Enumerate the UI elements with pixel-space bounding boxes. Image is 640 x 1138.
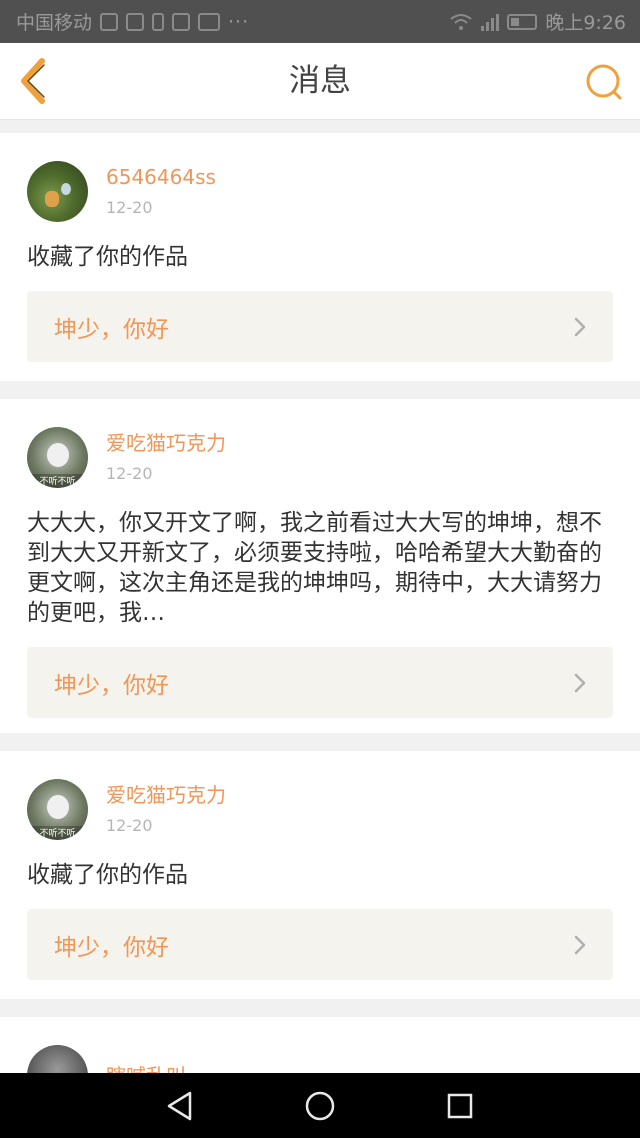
chevron-right-icon — [574, 935, 586, 954]
recents-square-icon — [447, 1093, 473, 1118]
work-reference-title: 坤少，你好 — [54, 316, 169, 343]
message-card: 不听不听 爱吃猫巧克力 12-20 收藏了你的作品 坤少，你好 — [0, 751, 640, 999]
message-date: 12-20 — [106, 463, 153, 483]
avatar[interactable] — [27, 161, 88, 222]
message-header: 不听不听 爱吃猫巧克力 12-20 — [27, 427, 613, 488]
work-reference-title: 坤少，你好 — [54, 934, 169, 961]
home-circle-icon — [305, 1091, 335, 1120]
message-meta: 6546464ss 12-20 — [106, 163, 216, 221]
message-meta: 瞎喊乱叫 — [106, 1062, 186, 1074]
avatar[interactable]: 不听不听 — [27, 779, 88, 840]
message-card: 瞎喊乱叫 — [0, 1017, 640, 1073]
username-link[interactable]: 爱吃猫巧克力 — [106, 429, 226, 457]
username-link[interactable]: 6546464ss — [106, 163, 216, 191]
message-date: 12-20 — [106, 815, 153, 835]
message-header: 不听不听 爱吃猫巧克力 12-20 — [27, 779, 613, 840]
username-link[interactable]: 瞎喊乱叫 — [106, 1062, 186, 1074]
work-reference-link[interactable]: 坤少，你好 — [27, 909, 613, 980]
nav-home-button[interactable] — [300, 1086, 340, 1126]
sim-icon — [152, 12, 165, 31]
work-reference-title: 坤少，你好 — [54, 672, 169, 699]
message-meta: 爱吃猫巧克力 12-20 — [106, 429, 226, 487]
clock-label: 晚上9:26 — [545, 12, 626, 34]
avatar-caption: 不听不听 — [39, 477, 76, 487]
status-bar: 中国移动 ··· 晚上9:26 — [0, 0, 640, 43]
search-button[interactable] — [584, 62, 624, 102]
nav-recents-button[interactable] — [440, 1086, 480, 1126]
username-link[interactable]: 爱吃猫巧克力 — [106, 781, 226, 809]
message-meta: 爱吃猫巧克力 12-20 — [106, 781, 226, 839]
status-bar-left: 中国移动 ··· — [16, 8, 249, 35]
notification-icon — [100, 12, 119, 31]
search-icon — [586, 64, 622, 100]
message-header: 瞎喊乱叫 — [27, 1045, 613, 1073]
mail-icon — [198, 12, 221, 31]
work-reference-link[interactable]: 坤少，你好 — [27, 291, 613, 362]
signal-icon — [481, 13, 500, 31]
wifi-icon — [450, 13, 472, 30]
message-icon — [172, 12, 191, 31]
avatar-caption: 不听不听 — [39, 829, 76, 839]
chevron-right-icon — [574, 673, 586, 692]
system-nav-bar — [0, 1073, 640, 1138]
message-card: 不听不听 爱吃猫巧克力 12-20 大大大，你又开文了啊，我之前看过大大写的坤坤… — [0, 399, 640, 733]
message-list[interactable]: 6546464ss 12-20 收藏了你的作品 坤少，你好 不听不听 爱吃猫巧克… — [0, 133, 640, 1073]
notification-icon — [126, 12, 145, 31]
avatar[interactable] — [27, 1045, 88, 1073]
top-app-bar: 消息 — [0, 43, 640, 120]
message-content: 收藏了你的作品 — [27, 244, 188, 270]
carrier-label: 中国移动 — [16, 12, 93, 34]
battery-icon — [507, 13, 538, 30]
nav-back-button[interactable] — [160, 1086, 200, 1126]
message-date: 12-20 — [106, 197, 153, 217]
back-triangle-icon — [167, 1091, 192, 1120]
message-content: 大大大，你又开文了啊，我之前看过大大写的坤坤，想不到大大又开新文了，必须要支持啦… — [27, 510, 602, 626]
message-content: 收藏了你的作品 — [27, 862, 188, 888]
avatar[interactable]: 不听不听 — [27, 427, 88, 488]
more-dots-icon: ··· — [228, 10, 250, 33]
status-bar-right: 晚上9:26 — [449, 8, 626, 35]
chevron-right-icon — [574, 317, 586, 336]
message-header: 6546464ss 12-20 — [27, 161, 613, 222]
page-title: 消息 — [289, 63, 351, 99]
work-reference-link[interactable]: 坤少，你好 — [27, 647, 613, 718]
message-card: 6546464ss 12-20 收藏了你的作品 坤少，你好 — [0, 133, 640, 381]
